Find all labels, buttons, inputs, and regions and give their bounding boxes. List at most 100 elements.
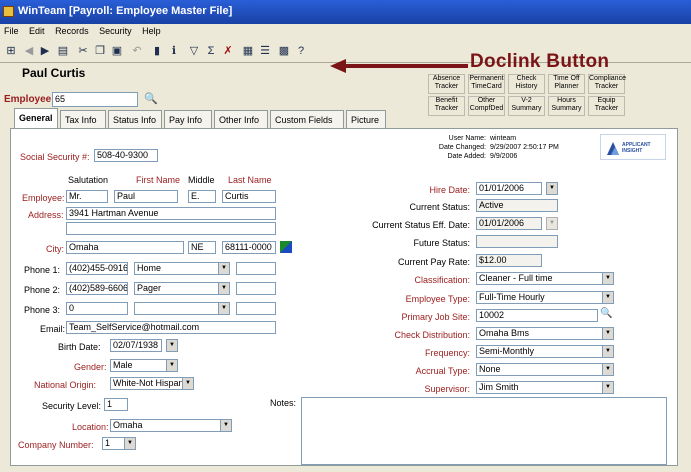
phone3-ext-field[interactable]	[236, 302, 276, 315]
phone2-type-select[interactable]: Pager ▼	[134, 282, 230, 295]
list-icon[interactable]: ☰	[258, 44, 272, 58]
new-record-icon[interactable]: ⊞	[4, 44, 18, 58]
birth-date-dropdown-icon[interactable]: ▼	[166, 339, 178, 352]
state-field[interactable]: NE	[188, 241, 216, 254]
chevron-down-icon[interactable]: ▼	[602, 382, 613, 393]
frequency-label: Frequency:	[424, 348, 470, 358]
location-select[interactable]: Omaha ▼	[110, 419, 232, 432]
chevron-down-icon[interactable]: ▼	[124, 438, 135, 449]
gender-select[interactable]: Male ▼	[110, 359, 178, 372]
hire-date-field[interactable]: 01/01/2006	[476, 182, 542, 195]
supervisor-select[interactable]: Jim Smith ▼	[476, 381, 614, 394]
sort-icon[interactable]: Σ	[204, 44, 218, 58]
chevron-down-icon[interactable]: ▼	[602, 273, 613, 284]
tracker-button-compliance-tracker[interactable]: Compliance Tracker	[588, 74, 626, 94]
tracker-button-other-compfded[interactable]: Other CompfDed	[468, 96, 505, 116]
chevron-down-icon[interactable]: ▼	[602, 328, 613, 339]
birth-date-field[interactable]: 02/07/1938	[110, 339, 162, 352]
info-icon[interactable]: ℹ	[167, 44, 181, 58]
classification-select[interactable]: Cleaner - Full time ▼	[476, 272, 614, 285]
next-record-icon[interactable]: ▶	[38, 44, 52, 58]
app-icon	[3, 6, 14, 17]
middle-field[interactable]: E.	[188, 190, 216, 203]
chevron-down-icon[interactable]: ▼	[602, 292, 613, 303]
chevron-down-icon[interactable]: ▼	[602, 346, 613, 357]
help-icon[interactable]: ?	[294, 44, 308, 58]
notes-textarea[interactable]	[301, 397, 667, 465]
tab-status-info[interactable]: Status Info	[108, 110, 162, 128]
employee-number-field[interactable]: 65	[52, 92, 138, 107]
address-line1-field[interactable]: 3941 Hartman Avenue	[66, 207, 276, 220]
frequency-select[interactable]: Semi-Monthly ▼	[476, 345, 614, 358]
menu-edit[interactable]: Edit	[29, 26, 45, 36]
tracker-button-equip-tracker[interactable]: Equip Tracker	[588, 96, 625, 116]
first-name-field[interactable]: Paul	[114, 190, 178, 203]
doclink-icon[interactable]: ▩	[277, 44, 291, 58]
check-distribution-value: Omaha Bms	[479, 328, 530, 338]
phone1-ext-field[interactable]	[236, 262, 276, 275]
chevron-down-icon[interactable]: ▼	[218, 263, 229, 274]
menu-records[interactable]: Records	[55, 26, 89, 36]
future-status-field	[476, 235, 558, 248]
employee-type-select[interactable]: Full-Time Hourly ▼	[476, 291, 614, 304]
accrual-type-select[interactable]: None ▼	[476, 363, 614, 376]
document-icon[interactable]: ▦	[241, 44, 255, 58]
filter-icon[interactable]: ▽	[187, 44, 201, 58]
phone2-field[interactable]: (402)589-6606	[66, 282, 128, 295]
hire-date-dropdown-icon[interactable]: ▼	[546, 182, 558, 195]
copy-icon[interactable]: ❐	[93, 44, 107, 58]
location-value: Omaha	[113, 420, 143, 430]
clear-filter-icon[interactable]: ✗	[221, 44, 235, 58]
last-name-field[interactable]: Curtis	[222, 190, 276, 203]
tab-general[interactable]: General	[14, 108, 58, 128]
address-line2-field[interactable]	[66, 222, 276, 235]
tracker-button-permanent-timecard[interactable]: Permanent TimeCard	[468, 74, 505, 94]
tab-other-info[interactable]: Other Info	[214, 110, 268, 128]
menu-security[interactable]: Security	[99, 26, 132, 36]
phone3-label: Phone 3:	[24, 305, 61, 315]
chevron-down-icon[interactable]: ▼	[220, 420, 231, 431]
chevron-down-icon[interactable]: ▼	[218, 283, 229, 294]
phone2-ext-field[interactable]	[236, 282, 276, 295]
job-site-lookup-icon[interactable]: 🔍	[600, 308, 612, 319]
previous-record-icon[interactable]: ◀	[22, 44, 36, 58]
chevron-down-icon[interactable]: ▼	[182, 378, 193, 389]
phone3-field[interactable]: 0	[66, 302, 128, 315]
tab-tax-info[interactable]: Tax Info	[60, 110, 106, 128]
phone1-type-select[interactable]: Home ▼	[134, 262, 230, 275]
print-icon[interactable]: ▤	[56, 44, 70, 58]
delete-icon[interactable]: ▮	[150, 44, 164, 58]
tracker-button-time-off-planner[interactable]: Time Off Planner	[548, 74, 585, 94]
zip-lookup-icon[interactable]	[280, 241, 292, 253]
national-origin-select[interactable]: White-Not Hispanic ▼	[110, 377, 194, 390]
tracker-button-benefit-tracker[interactable]: Benefit Tracker	[428, 96, 465, 116]
ssn-field[interactable]: 508-40-9300	[94, 149, 158, 162]
tab-picture[interactable]: Picture	[346, 110, 386, 128]
tracker-button-v-2-summary[interactable]: V-2 Summary	[508, 96, 545, 116]
city-field[interactable]: Omaha	[66, 241, 184, 254]
tracker-button-hours-summary[interactable]: Hours Summary	[548, 96, 585, 116]
check-distribution-select[interactable]: Omaha Bms ▼	[476, 327, 614, 340]
tab-custom-fields[interactable]: Custom Fields	[270, 110, 344, 128]
paste-icon[interactable]: ▣	[110, 44, 124, 58]
tab-pay-info[interactable]: Pay Info	[164, 110, 212, 128]
zip-field[interactable]: 68111-0000	[222, 241, 276, 254]
cut-icon[interactable]: ✂	[76, 44, 90, 58]
undo-icon[interactable]: ↶	[130, 44, 144, 58]
applicant-insight-button[interactable]: APPLICANT INSIGHT	[600, 134, 666, 160]
primary-job-site-field[interactable]: 10002	[476, 309, 598, 322]
security-level-field[interactable]: 1	[104, 398, 128, 411]
salutation-field[interactable]: Mr.	[66, 190, 108, 203]
phone1-field[interactable]: (402)455-0916	[66, 262, 128, 275]
chevron-down-icon[interactable]: ▼	[602, 364, 613, 375]
email-field[interactable]: Team_SelfService@hotmail.com	[66, 321, 276, 334]
employee-lookup-icon[interactable]: 🔍	[144, 92, 158, 105]
menu-file[interactable]: File	[4, 26, 19, 36]
chevron-down-icon[interactable]: ▼	[218, 303, 229, 314]
tracker-button-absence-tracker[interactable]: Absence Tracker	[428, 74, 465, 94]
tracker-button-check-history[interactable]: Check History	[508, 74, 545, 94]
chevron-down-icon[interactable]: ▼	[166, 360, 177, 371]
menu-help[interactable]: Help	[142, 26, 161, 36]
phone3-type-select[interactable]: ▼	[134, 302, 230, 315]
company-number-select[interactable]: 1 ▼	[102, 437, 136, 450]
